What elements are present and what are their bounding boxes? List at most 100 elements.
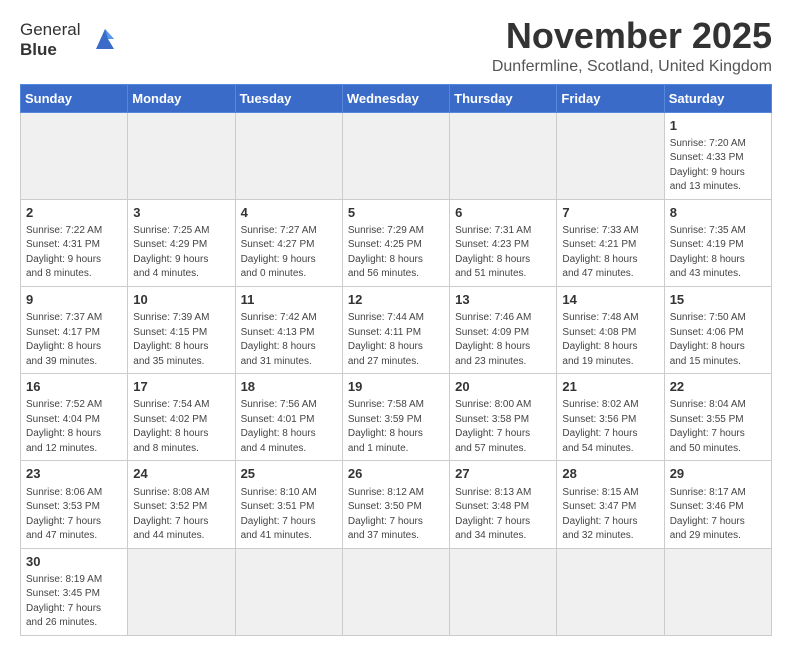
calendar-cell: 11 Sunrise: 7:42 AM Sunset: 4:13 PM Dayli… — [235, 286, 342, 373]
calendar-table: SundayMondayTuesdayWednesdayThursdayFrid… — [20, 84, 772, 636]
weekday-header-row: SundayMondayTuesdayWednesdayThursdayFrid… — [21, 84, 772, 112]
calendar-cell — [128, 548, 235, 635]
calendar-week-2: 2Sunrise: 7:22 AM Sunset: 4:31 PM Daylig… — [21, 199, 772, 286]
calendar-cell: 16 Sunrise: 7:52 AM Sunset: 4:04 PM Dayli… — [21, 374, 128, 461]
day-info: Sunrise: 7:54 AM Sunset: 4:02 PM Dayligh… — [133, 398, 230, 456]
logo: General Blue — [20, 20, 124, 59]
day-number: 14 — [562, 291, 659, 309]
day-info: Sunrise: 7:37 AM Sunset: 4:17 PM Dayligh… — [26, 311, 123, 369]
calendar-cell: 10 Sunrise: 7:39 AM Sunset: 4:15 PM Dayli… — [128, 286, 235, 373]
calendar-cell: 24 Sunrise: 8:08 AM Sunset: 3:52 PM Dayli… — [128, 461, 235, 548]
day-info: Sunrise: 7:31 AM Sunset: 4:23 PM Dayligh… — [455, 224, 552, 282]
day-number: 7 — [562, 204, 659, 222]
logo-line1: General — [20, 20, 80, 40]
calendar-cell: 12Sunrise: 7:44 AM Sunset: 4:11 PM Dayli… — [342, 286, 449, 373]
day-info: Sunrise: 8:06 AM Sunset: 3:53 PM Dayligh… — [26, 486, 123, 544]
day-info: Sunrise: 7:46 AM Sunset: 4:09 PM Dayligh… — [455, 311, 552, 369]
day-number: 5 — [348, 204, 445, 222]
calendar-cell: 27 Sunrise: 8:13 AM Sunset: 3:48 PM Dayli… — [450, 461, 557, 548]
calendar-cell: 25Sunrise: 8:10 AM Sunset: 3:51 PM Dayli… — [235, 461, 342, 548]
day-info: Sunrise: 8:19 AM Sunset: 3:45 PM Dayligh… — [26, 573, 123, 631]
day-number: 29 — [670, 465, 767, 483]
calendar-cell: 9Sunrise: 7:37 AM Sunset: 4:17 PM Daylig… — [21, 286, 128, 373]
weekday-header-tuesday: Tuesday — [235, 84, 342, 112]
day-number: 22 — [670, 378, 767, 396]
day-info: Sunrise: 7:39 AM Sunset: 4:15 PM Dayligh… — [133, 311, 230, 369]
weekday-header-friday: Friday — [557, 84, 664, 112]
calendar-cell — [235, 112, 342, 199]
day-info: Sunrise: 8:10 AM Sunset: 3:51 PM Dayligh… — [241, 486, 338, 544]
weekday-header-sunday: Sunday — [21, 84, 128, 112]
day-number: 11 — [241, 291, 338, 309]
day-number: 30 — [26, 553, 123, 571]
day-number: 24 — [133, 465, 230, 483]
calendar-cell: 17 Sunrise: 7:54 AM Sunset: 4:02 PM Dayli… — [128, 374, 235, 461]
day-info: Sunrise: 7:50 AM Sunset: 4:06 PM Dayligh… — [670, 311, 767, 369]
calendar-week-5: 23Sunrise: 8:06 AM Sunset: 3:53 PM Dayli… — [21, 461, 772, 548]
calendar-cell: 13 Sunrise: 7:46 AM Sunset: 4:09 PM Dayli… — [450, 286, 557, 373]
calendar-cell: 6Sunrise: 7:31 AM Sunset: 4:23 PM Daylig… — [450, 199, 557, 286]
calendar-cell — [342, 548, 449, 635]
day-number: 17 — [133, 378, 230, 396]
calendar-cell: 20 Sunrise: 8:00 AM Sunset: 3:58 PM Dayli… — [450, 374, 557, 461]
day-info: Sunrise: 7:29 AM Sunset: 4:25 PM Dayligh… — [348, 224, 445, 282]
page-header: General Blue November 2025 Dunfermline, … — [20, 16, 772, 76]
calendar-week-6: 30 Sunrise: 8:19 AM Sunset: 3:45 PM Dayli… — [21, 548, 772, 635]
calendar-cell: 3Sunrise: 7:25 AM Sunset: 4:29 PM Daylig… — [128, 199, 235, 286]
day-info: Sunrise: 8:17 AM Sunset: 3:46 PM Dayligh… — [670, 486, 767, 544]
calendar-cell — [557, 112, 664, 199]
calendar-cell — [450, 548, 557, 635]
day-info: Sunrise: 8:02 AM Sunset: 3:56 PM Dayligh… — [562, 398, 659, 456]
day-number: 16 — [26, 378, 123, 396]
day-number: 13 — [455, 291, 552, 309]
day-number: 10 — [133, 291, 230, 309]
weekday-header-thursday: Thursday — [450, 84, 557, 112]
day-number: 2 — [26, 204, 123, 222]
calendar-cell: 18 Sunrise: 7:56 AM Sunset: 4:01 PM Dayli… — [235, 374, 342, 461]
weekday-header-saturday: Saturday — [664, 84, 771, 112]
day-info: Sunrise: 7:42 AM Sunset: 4:13 PM Dayligh… — [241, 311, 338, 369]
day-number: 26 — [348, 465, 445, 483]
calendar-cell: 29 Sunrise: 8:17 AM Sunset: 3:46 PM Dayli… — [664, 461, 771, 548]
calendar-week-4: 16 Sunrise: 7:52 AM Sunset: 4:04 PM Dayli… — [21, 374, 772, 461]
calendar-cell: 7 Sunrise: 7:33 AM Sunset: 4:21 PM Daylig… — [557, 199, 664, 286]
title-area: November 2025 Dunfermline, Scotland, Uni… — [492, 16, 772, 76]
calendar-cell: 4Sunrise: 7:27 AM Sunset: 4:27 PM Daylig… — [235, 199, 342, 286]
day-number: 28 — [562, 465, 659, 483]
day-number: 4 — [241, 204, 338, 222]
day-info: Sunrise: 7:33 AM Sunset: 4:21 PM Dayligh… — [562, 224, 659, 282]
day-info: Sunrise: 8:04 AM Sunset: 3:55 PM Dayligh… — [670, 398, 767, 456]
day-number: 21 — [562, 378, 659, 396]
day-info: Sunrise: 7:44 AM Sunset: 4:11 PM Dayligh… — [348, 311, 445, 369]
calendar-cell: 23Sunrise: 8:06 AM Sunset: 3:53 PM Dayli… — [21, 461, 128, 548]
day-info: Sunrise: 8:00 AM Sunset: 3:58 PM Dayligh… — [455, 398, 552, 456]
calendar-cell — [342, 112, 449, 199]
day-number: 1 — [670, 117, 767, 135]
calendar-cell: 19Sunrise: 7:58 AM Sunset: 3:59 PM Dayli… — [342, 374, 449, 461]
location: Dunfermline, Scotland, United Kingdom — [492, 58, 772, 76]
calendar-cell: 15 Sunrise: 7:50 AM Sunset: 4:06 PM Dayli… — [664, 286, 771, 373]
day-number: 3 — [133, 204, 230, 222]
calendar-cell: 21 Sunrise: 8:02 AM Sunset: 3:56 PM Dayli… — [557, 374, 664, 461]
day-number: 18 — [241, 378, 338, 396]
month-title: November 2025 — [492, 16, 772, 56]
day-info: Sunrise: 8:15 AM Sunset: 3:47 PM Dayligh… — [562, 486, 659, 544]
calendar-cell: 14Sunrise: 7:48 AM Sunset: 4:08 PM Dayli… — [557, 286, 664, 373]
day-info: Sunrise: 8:08 AM Sunset: 3:52 PM Dayligh… — [133, 486, 230, 544]
calendar-cell — [557, 548, 664, 635]
day-info: Sunrise: 7:35 AM Sunset: 4:19 PM Dayligh… — [670, 224, 767, 282]
calendar-cell: 2Sunrise: 7:22 AM Sunset: 4:31 PM Daylig… — [21, 199, 128, 286]
day-number: 15 — [670, 291, 767, 309]
day-number: 8 — [670, 204, 767, 222]
calendar-cell: 8 Sunrise: 7:35 AM Sunset: 4:19 PM Daylig… — [664, 199, 771, 286]
day-info: Sunrise: 8:13 AM Sunset: 3:48 PM Dayligh… — [455, 486, 552, 544]
calendar-cell — [450, 112, 557, 199]
calendar-cell: 30 Sunrise: 8:19 AM Sunset: 3:45 PM Dayli… — [21, 548, 128, 635]
calendar-cell — [21, 112, 128, 199]
day-number: 20 — [455, 378, 552, 396]
day-number: 27 — [455, 465, 552, 483]
logo-icon — [86, 21, 124, 59]
day-info: Sunrise: 8:12 AM Sunset: 3:50 PM Dayligh… — [348, 486, 445, 544]
day-info: Sunrise: 7:52 AM Sunset: 4:04 PM Dayligh… — [26, 398, 123, 456]
day-info: Sunrise: 7:56 AM Sunset: 4:01 PM Dayligh… — [241, 398, 338, 456]
